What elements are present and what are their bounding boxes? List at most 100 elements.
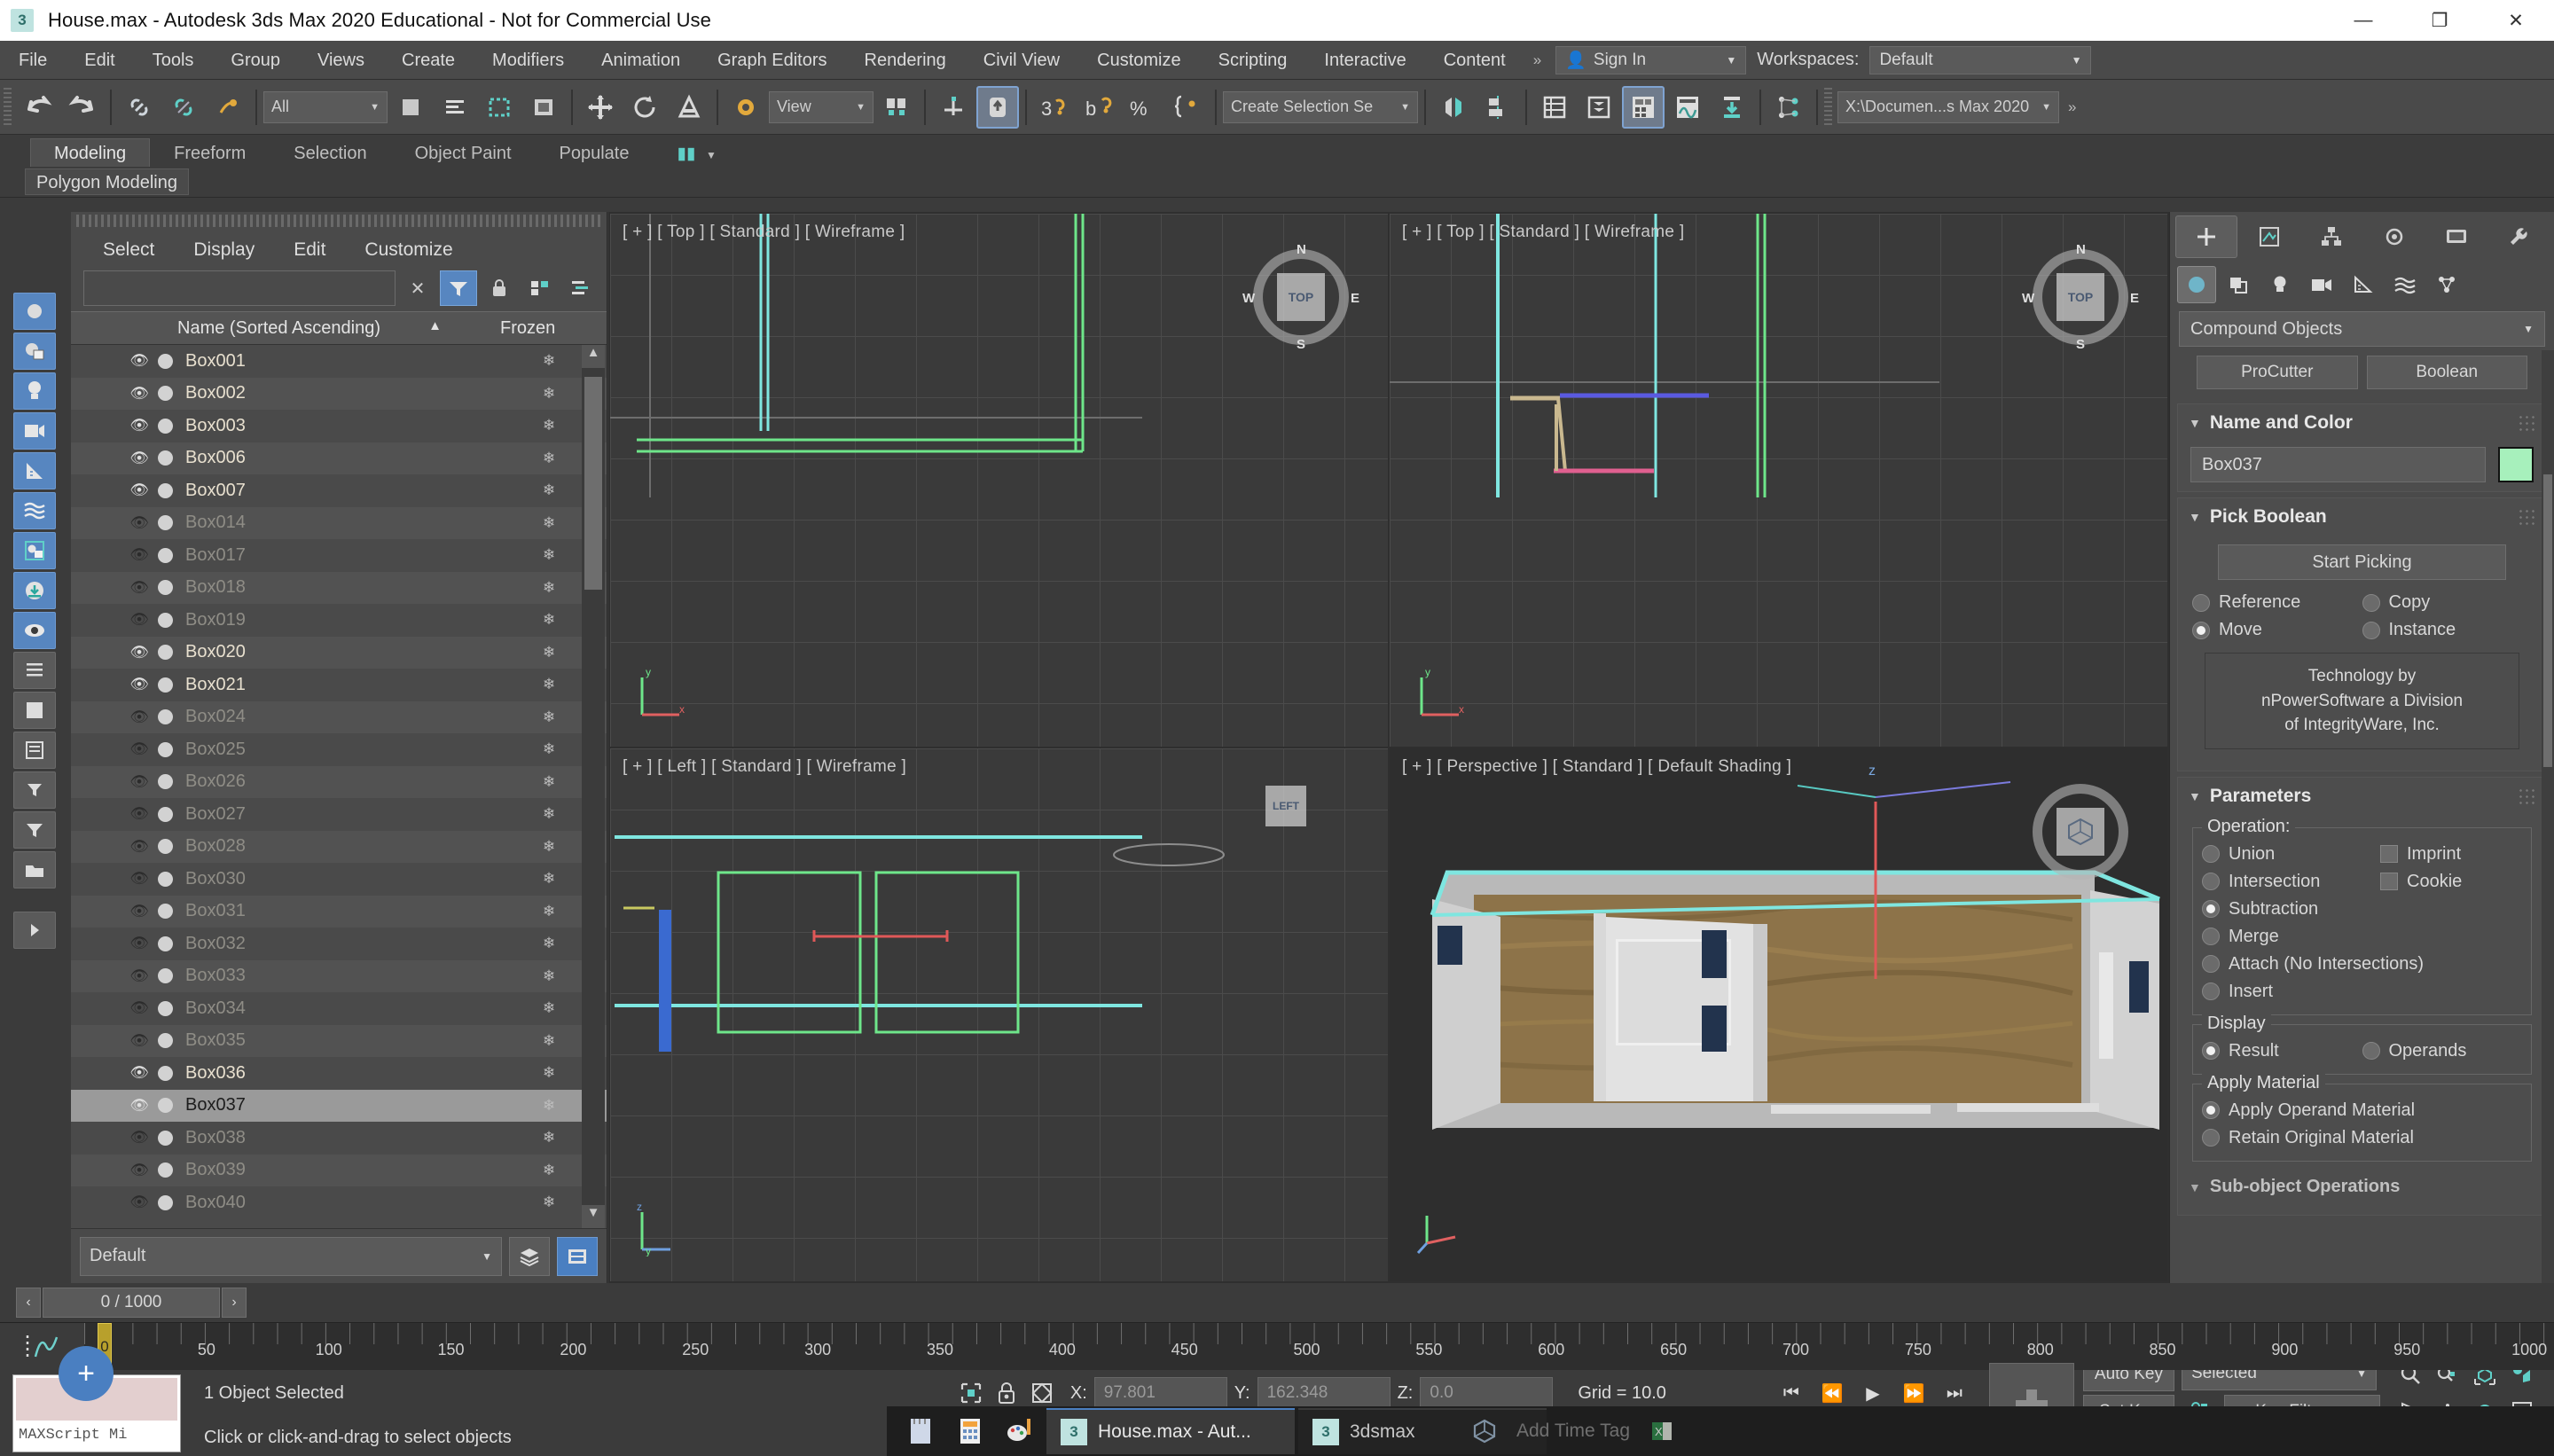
scroll-thumb[interactable]	[2543, 474, 2552, 767]
retain-original-material-option[interactable]: Retain Original Material	[2202, 1128, 2522, 1148]
radio-subtraction[interactable]	[2202, 900, 2220, 919]
eye-hidden-icon[interactable]: 👁	[124, 546, 154, 564]
procutter-button[interactable]: ProCutter	[2197, 356, 2358, 389]
eye-visible-icon[interactable]: 👁	[124, 417, 154, 434]
result-option[interactable]: Result	[2202, 1041, 2362, 1061]
eye-hidden-icon[interactable]: 👁	[124, 1194, 154, 1211]
helpers-icon[interactable]	[2344, 266, 2383, 303]
table-row[interactable]: 👁 Box030 ❄	[71, 863, 607, 896]
import-icon[interactable]	[1711, 86, 1753, 129]
select-and-scale-icon[interactable]	[668, 86, 710, 129]
frame-counter[interactable]: 0 / 1000	[43, 1288, 220, 1318]
ribbon-tab-selection[interactable]: Selection	[270, 138, 390, 167]
ribbon-tab-object-paint[interactable]: Object Paint	[391, 138, 536, 167]
menu-item-customize[interactable]: Customize	[1078, 41, 1199, 80]
select-and-link-icon[interactable]	[118, 86, 161, 129]
explorer-grip[interactable]	[76, 215, 601, 227]
table-row[interactable]: 👁 Box038 ❄	[71, 1122, 607, 1155]
eye-visible-icon[interactable]: 👁	[124, 481, 154, 499]
display-tab[interactable]	[2426, 215, 2487, 258]
table-row[interactable]: 👁 Box025 ❄	[71, 733, 607, 766]
table-row[interactable]: 👁 Box006 ❄	[71, 442, 607, 474]
table-row[interactable]: 👁 Box001 ❄	[71, 345, 607, 378]
explorer-object-list[interactable]: 👁 Box001 ❄ 👁 Box002 ❄ 👁 Box003 ❄ 👁 Box006 ❄ 👁 Box007 ❄…	[71, 345, 607, 1228]
table-row[interactable]: 👁 Box002 ❄	[71, 377, 607, 410]
table-row[interactable]: 👁 Box037 ❄	[71, 1089, 607, 1122]
eye-hidden-icon[interactable]: 👁	[124, 935, 154, 952]
table-row[interactable]: 👁 Box035 ❄	[71, 1024, 607, 1057]
timeline-ruler[interactable]: 50 100 150 200 250 300 350 400 450 500 550 600 650 70…	[0, 1322, 2554, 1370]
menu-overflow-icon[interactable]: »	[1524, 51, 1550, 69]
filter-space-warps-icon[interactable]	[13, 492, 56, 529]
select-by-name-icon[interactable]	[434, 86, 476, 129]
view-cube[interactable]	[2033, 784, 2128, 880]
move-option[interactable]: Move	[2192, 620, 2362, 640]
menu-item-civil-view[interactable]: Civil View	[965, 41, 1078, 80]
boolean-button[interactable]: Boolean	[2366, 356, 2527, 389]
eye-hidden-icon[interactable]: 👁	[124, 999, 154, 1017]
selection-lock-region-icon[interactable]	[953, 1375, 989, 1411]
menu-item-rendering[interactable]: Rendering	[846, 41, 965, 80]
viewport-perspective[interactable]: [ + ] [ Perspective ] [ Standard ] [ Def…	[1390, 748, 2167, 1281]
sign-in-button[interactable]: 👤 Sign In ▼	[1555, 45, 1747, 74]
window-crossing-icon[interactable]	[522, 86, 565, 129]
radio-union[interactable]	[2202, 845, 2220, 864]
view-cube-face[interactable]: LEFT	[1265, 786, 1306, 826]
checkbox-cookie[interactable]	[2380, 873, 2398, 891]
select-and-move-icon[interactable]	[579, 86, 622, 129]
geometry-icon[interactable]	[2177, 266, 2216, 303]
eye-visible-icon[interactable]: 👁	[124, 644, 154, 661]
material-editor-icon[interactable]	[1767, 86, 1810, 129]
eye-hidden-icon[interactable]: 👁	[124, 708, 154, 726]
explorer-scrollbar[interactable]: ▲ ▼	[582, 345, 605, 1228]
eye-hidden-icon[interactable]: 👁	[124, 805, 154, 823]
space-warps-icon[interactable]	[2386, 266, 2425, 303]
insert-option[interactable]: Insert	[2202, 982, 2522, 1002]
ribbon-display-toggle[interactable]: ▮▮ ▼	[654, 138, 740, 167]
eye-visible-icon[interactable]: 👁	[124, 1097, 154, 1115]
filter-hidden-icon[interactable]	[13, 612, 56, 649]
collapse-all-icon[interactable]	[562, 270, 599, 306]
rollout-grip[interactable]	[2518, 508, 2535, 526]
filter-xrefs-icon[interactable]	[13, 532, 56, 569]
eye-hidden-icon[interactable]: 👁	[124, 1162, 154, 1179]
toolbar-grip[interactable]	[4, 87, 12, 127]
radio-retain-original-material[interactable]	[2202, 1129, 2220, 1147]
scroll-up-icon[interactable]: ▲	[582, 345, 605, 368]
table-row[interactable]: 👁 Box020 ❄	[71, 636, 607, 669]
view-cube-face[interactable]	[2057, 808, 2104, 856]
column-name[interactable]: Name (Sorted Ascending) ▲	[71, 318, 500, 339]
subtraction-option[interactable]: Subtraction	[2202, 899, 2522, 920]
add-layer-icon[interactable]	[557, 1236, 598, 1276]
eye-visible-icon[interactable]: 👁	[124, 450, 154, 467]
radio-merge[interactable]	[2202, 928, 2220, 946]
menu-item-create[interactable]: Create	[383, 41, 474, 80]
toggle-scene-explorer-icon[interactable]	[1622, 85, 1665, 129]
clear-search-icon[interactable]: ✕	[399, 270, 436, 306]
explorer-search-input[interactable]	[83, 270, 396, 306]
apply-operand-material-option[interactable]: Apply Operand Material	[2202, 1100, 2522, 1121]
imprint-option[interactable]: Imprint	[2380, 844, 2522, 865]
selection-filter-combo[interactable]: All ▼	[263, 90, 388, 123]
go-to-end-button[interactable]: ⏭	[1936, 1375, 1973, 1411]
cameras-icon[interactable]	[2302, 266, 2341, 303]
named-selection-sets-icon[interactable]	[1166, 86, 1209, 129]
redo-button[interactable]	[61, 86, 104, 129]
ribbon-tab-freeform[interactable]: Freeform	[150, 138, 270, 167]
table-row[interactable]: 👁 Box017 ❄	[71, 539, 607, 572]
filter-helpers-icon[interactable]	[13, 452, 56, 489]
close-button[interactable]: ✕	[2478, 0, 2554, 41]
layer-manager-icon[interactable]	[509, 1236, 550, 1276]
radio-insert[interactable]	[2202, 982, 2220, 1001]
menu-item-content[interactable]: Content	[1425, 41, 1524, 80]
rollout-grip[interactable]	[2518, 787, 2535, 805]
table-row[interactable]: 👁 Box032 ❄	[71, 928, 607, 960]
viewport-top-left[interactable]: [ + ] [ Top ] [ Standard ] [ Wireframe ]…	[610, 214, 1388, 747]
reference-coordinate-combo[interactable]: View ▼	[769, 90, 874, 123]
menu-item-edit[interactable]: Edit	[66, 41, 133, 80]
explorer-workspace-icon[interactable]	[13, 851, 56, 888]
intersection-option[interactable]: Intersection	[2202, 872, 2380, 892]
eye-hidden-icon[interactable]: 👁	[124, 1032, 154, 1050]
filter-cameras-icon[interactable]	[13, 412, 56, 450]
y-coordinate-field[interactable]: 162.348	[1257, 1377, 1391, 1409]
